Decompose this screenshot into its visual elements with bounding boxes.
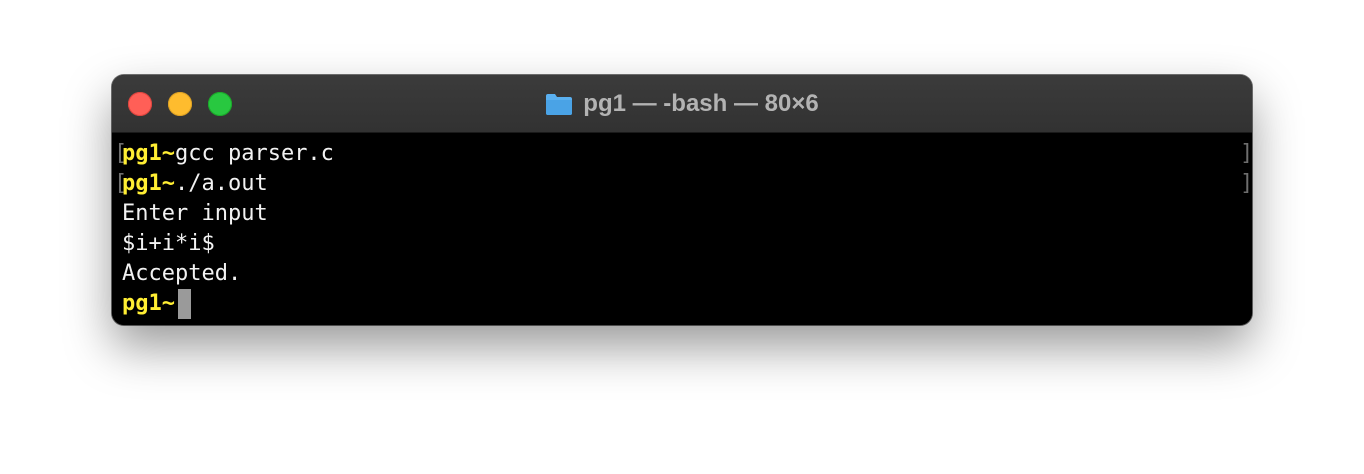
output-text: Accepted. (122, 261, 242, 286)
terminal-line-1: pg1~gcc parser.c (122, 139, 334, 169)
output-text: $i+i*i$ (122, 231, 215, 256)
window-title: pg1 — -bash — 80×6 (112, 75, 1252, 132)
output-text: Enter input (122, 201, 268, 226)
terminal-window: pg1 — -bash — 80×6 [ pg1~gcc parser.c ] … (112, 75, 1252, 325)
terminal-line-4: $i+i*i$ (122, 229, 215, 259)
text-cursor (178, 289, 191, 319)
title-bar[interactable]: pg1 — -bash — 80×6 (112, 75, 1252, 133)
line-marker-right: ] (1240, 141, 1252, 166)
terminal-line-3: Enter input (122, 199, 268, 229)
shell-prompt: pg1~ (122, 291, 175, 316)
shell-prompt: pg1~ (122, 141, 175, 166)
shell-prompt: pg1~ (122, 171, 175, 196)
terminal-line-5: Accepted. (122, 259, 241, 289)
terminal-line-2: pg1~./a.out (122, 169, 268, 199)
line-marker-right: ] (1240, 171, 1252, 196)
terminal-line-6: pg1~ (122, 289, 175, 319)
window-title-text: pg1 — -bash — 80×6 (583, 89, 819, 117)
command-text: gcc parser.c (174, 141, 334, 166)
command-text: ./a.out (174, 171, 268, 196)
terminal-content[interactable]: [ pg1~gcc parser.c ] [ pg1~./a.out ] Ent… (112, 133, 1252, 325)
folder-icon (545, 92, 573, 116)
